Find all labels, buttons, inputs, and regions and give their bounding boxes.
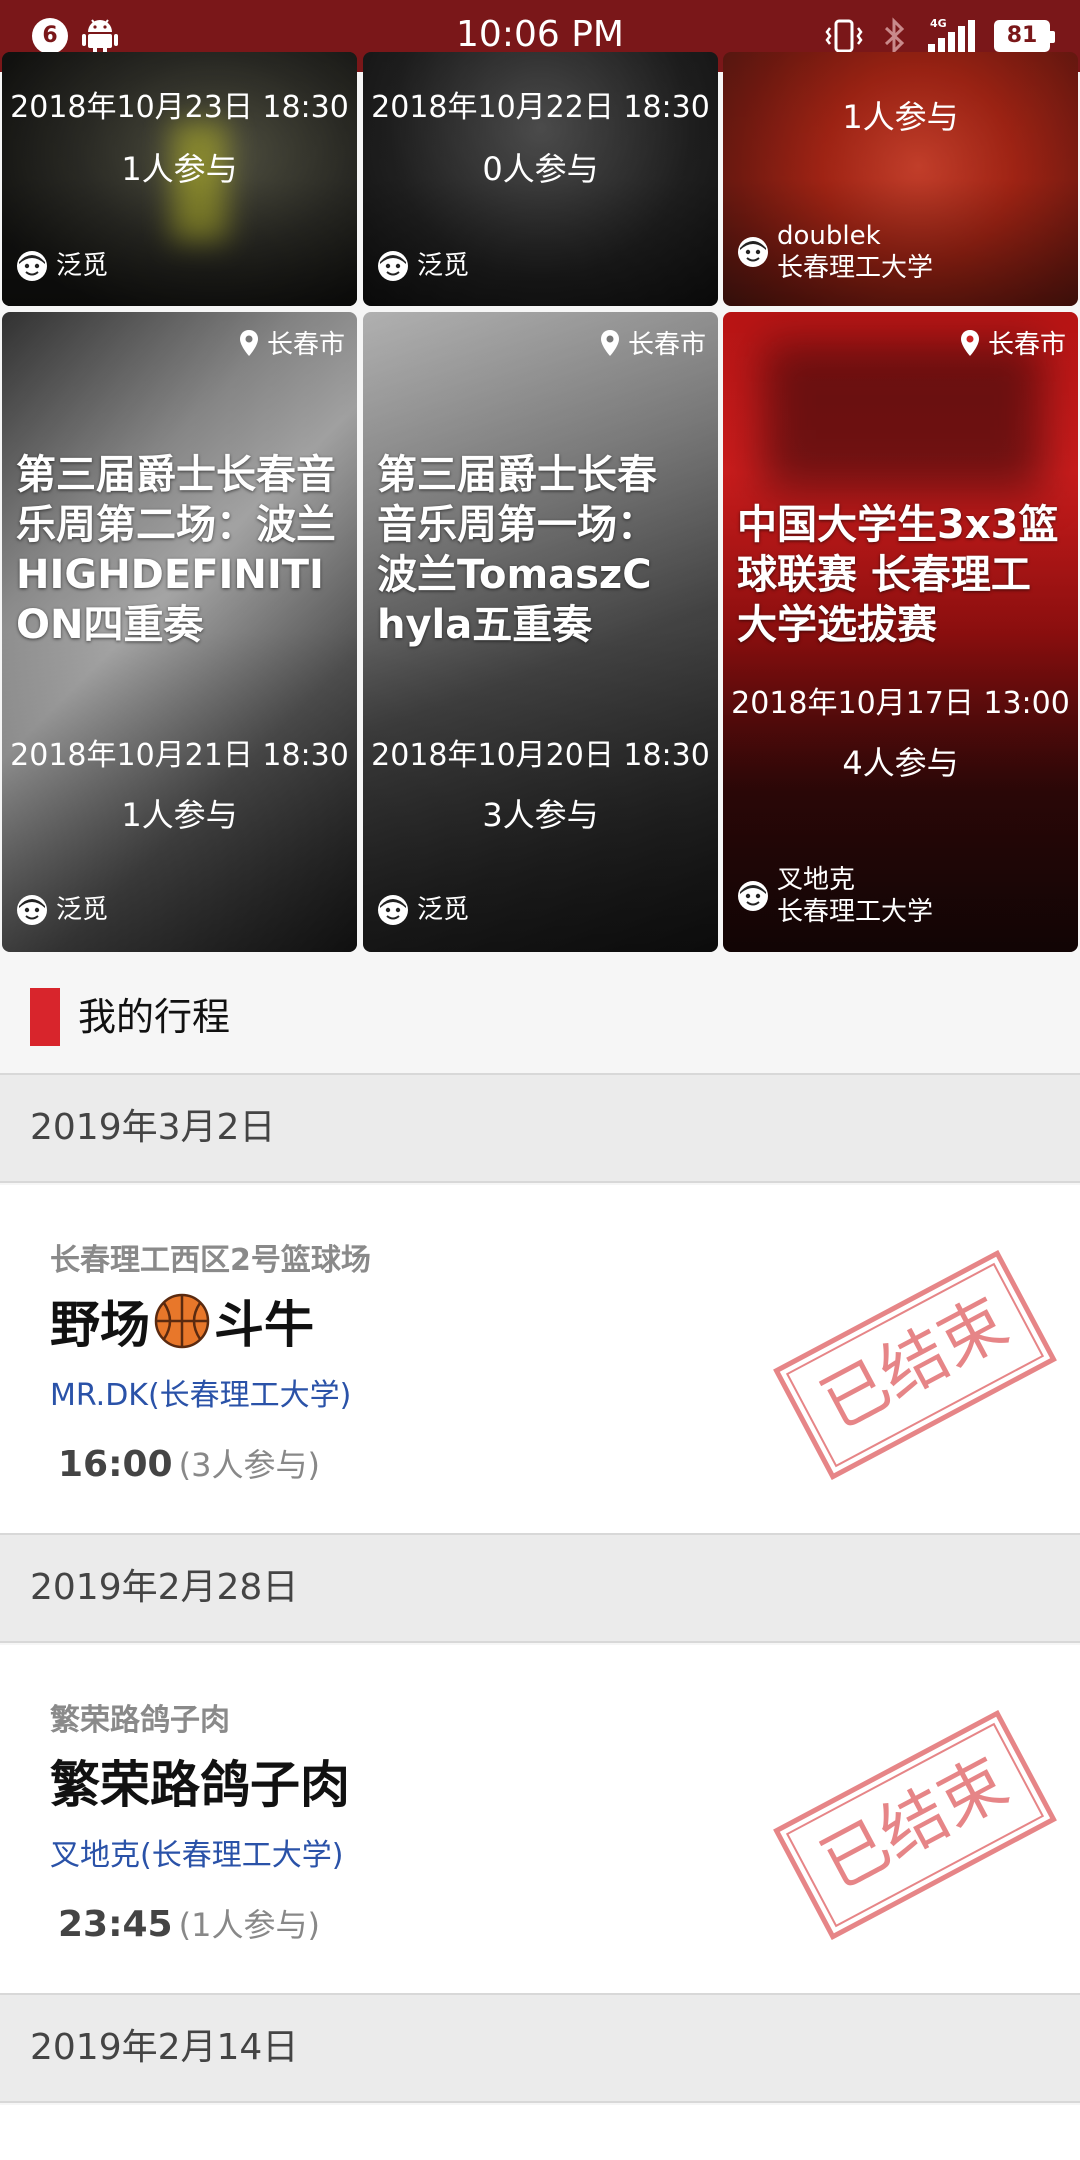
- bluetooth-icon: [884, 17, 905, 55]
- event-participants: 1人参与: [121, 150, 238, 188]
- event-card[interactable]: 2018年10月22日 18:30 0人参与 泛觅: [363, 52, 718, 306]
- face-icon: [17, 251, 47, 281]
- basketball-icon: [154, 1293, 210, 1349]
- trip-time-row: 16:00 (3人参与): [58, 1440, 320, 1486]
- event-location: 长春市: [600, 324, 706, 361]
- event-author-name: 泛觅: [56, 895, 109, 925]
- ended-stamp: 已结束: [773, 1250, 1057, 1480]
- trip-time-row: 23:45 (1人参与): [58, 1900, 320, 1946]
- event-author: 泛觅: [16, 250, 108, 282]
- event-author-name: 泛觅: [417, 895, 470, 925]
- location-pin-icon: [600, 329, 619, 356]
- event-card[interactable]: 1人参与 doublek 长春理工大学: [723, 52, 1078, 306]
- event-author-name: 泛觅: [56, 251, 109, 281]
- event-card[interactable]: 长春市 第三届爵士长春音乐周第一场：波兰TomaszChyla五重奏 2018年…: [363, 312, 718, 952]
- trip-venue: 繁荣路鸽子肉: [50, 1703, 230, 1738]
- section-accent-bar: [30, 988, 60, 1046]
- event-date: 2018年10月17日 13:00: [731, 686, 1070, 721]
- trip-host[interactable]: MR.DK(长春理工大学): [50, 1370, 351, 1414]
- event-author: 泛觅: [377, 250, 469, 282]
- trip-time: 23:45: [58, 1904, 173, 1945]
- event-date: 2018年10月23日 18:30: [10, 90, 349, 125]
- trip-venue: 长春理工西区2号篮球场: [50, 1243, 371, 1278]
- event-date: 2018年10月22日 18:30: [371, 90, 710, 125]
- event-participants: 3人参与: [482, 796, 599, 834]
- event-location-label: 长春市: [627, 330, 706, 360]
- event-author-org: 长春理工大学: [777, 253, 934, 283]
- event-author: doublek 长春理工大学: [737, 220, 933, 284]
- event-participants: 4人参与: [842, 744, 959, 782]
- svg-text:4G: 4G: [930, 17, 947, 30]
- trip-participant-count: (1人参与): [178, 1906, 320, 1944]
- ended-stamp: 已结束: [773, 1710, 1057, 1940]
- event-location-label: 长春市: [987, 330, 1066, 360]
- event-title: 第三届爵士长春音乐周第二场：波兰HIGHDEFINITION四重奏: [16, 452, 336, 648]
- event-date: 2018年10月21日 18:30: [10, 738, 349, 773]
- trip-participant-count: (3人参与): [178, 1446, 320, 1484]
- event-location: 长春市: [960, 324, 1066, 361]
- day-header: 2019年2月28日: [0, 1533, 1080, 1643]
- event-participants: 0人参与: [482, 150, 599, 188]
- event-card[interactable]: 长春市 中国大学生3x3篮球联赛 长春理工大学选拔赛 2018年10月17日 1…: [723, 312, 1078, 952]
- event-author-name: 叉地克: [777, 865, 856, 895]
- trip-item[interactable]: [0, 2105, 1080, 2160]
- event-title: 中国大学生3x3篮球联赛 长春理工大学选拔赛: [737, 502, 1059, 648]
- location-pin-icon: [960, 329, 979, 356]
- trip-item[interactable]: 长春理工西区2号篮球场 野场 斗牛 MR.DK(长春理工大学) 16:00 (3…: [0, 1185, 1080, 1535]
- face-icon: [378, 895, 408, 925]
- event-date: 2018年10月20日 18:30: [371, 738, 710, 773]
- event-card[interactable]: 长春市 第三届爵士长春音乐周第二场：波兰HIGHDEFINITION四重奏 20…: [2, 312, 357, 952]
- trip-item[interactable]: 繁荣路鸽子肉 繁荣路鸽子肉 叉地克(长春理工大学) 23:45 (1人参与) 已…: [0, 1645, 1080, 1995]
- event-location-label: 长春市: [266, 330, 345, 360]
- trip-host[interactable]: 叉地克(长春理工大学): [50, 1830, 343, 1874]
- trip-name: 繁荣路鸽子肉: [50, 1756, 350, 1814]
- event-participants: 1人参与: [121, 796, 238, 834]
- event-author-org: 长春理工大学: [777, 897, 934, 927]
- day-header: 2019年2月14日: [0, 1993, 1080, 2103]
- event-location: 长春市: [239, 324, 345, 361]
- face-icon: [738, 237, 768, 267]
- event-participants: 1人参与: [842, 98, 959, 136]
- section-title: 我的行程: [78, 995, 231, 1039]
- trip-name-part: 野场: [50, 1296, 150, 1354]
- event-author: 泛觅: [16, 894, 108, 926]
- battery-indicator: 81: [994, 20, 1055, 52]
- vibrate-icon: [825, 19, 863, 53]
- trip-name: 野场 斗牛: [50, 1285, 314, 1357]
- face-icon: [17, 895, 47, 925]
- event-author: 泛觅: [377, 894, 469, 926]
- face-icon: [378, 251, 408, 281]
- face-icon: [738, 881, 768, 911]
- trip-name-part: 斗牛: [214, 1296, 314, 1354]
- signal-icon: 4G: [928, 17, 975, 54]
- day-header: 2019年3月2日: [0, 1073, 1080, 1183]
- event-card[interactable]: 2018年10月23日 18:30 1人参与 泛觅: [2, 52, 357, 306]
- event-title: 第三届爵士长春音乐周第一场：波兰TomaszChyla五重奏: [377, 452, 657, 648]
- location-pin-icon: [239, 329, 258, 356]
- event-author: 叉地克 长春理工大学: [737, 864, 933, 928]
- event-author-name: doublek: [777, 221, 881, 251]
- trip-time: 16:00: [58, 1444, 173, 1485]
- event-author-name: 泛觅: [417, 251, 470, 281]
